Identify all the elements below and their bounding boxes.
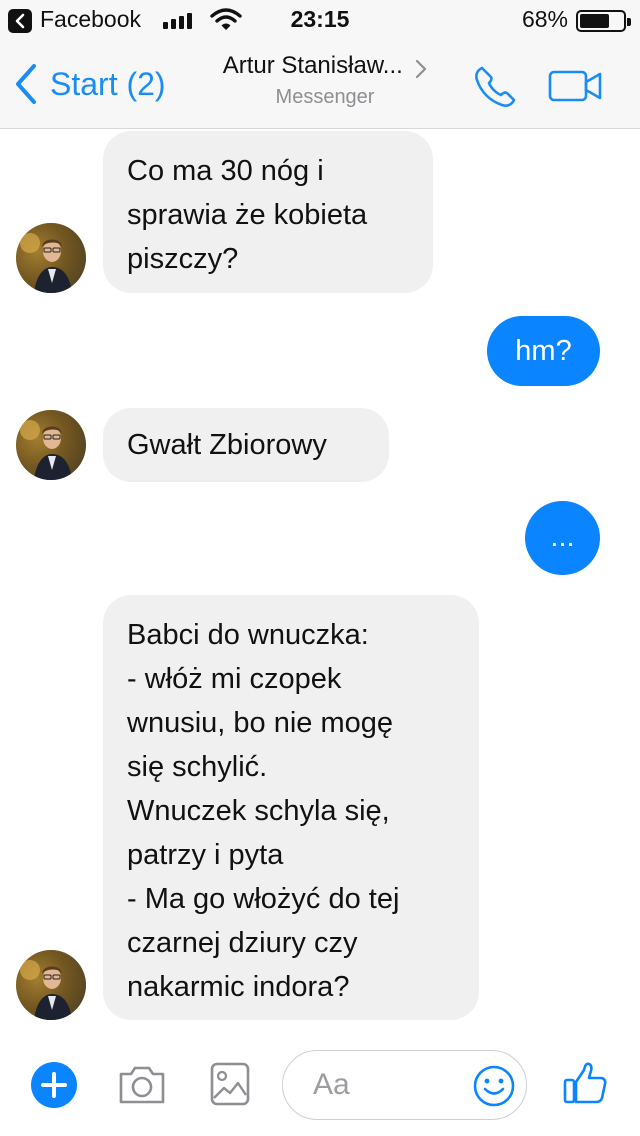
back-button-label: Start (2) [50,65,166,102]
incoming-message[interactable]: Co ma 30 nóg i sprawia że kobieta piszcz… [103,131,433,293]
gallery-icon[interactable] [210,1062,250,1106]
battery-icon [576,10,631,32]
message-text: ... [550,521,575,553]
message-text: hm? [515,335,572,367]
message-line: czarnej dziury czy [127,927,358,959]
outgoing-message[interactable]: ... [525,501,600,575]
video-call-icon[interactable] [548,70,602,102]
message-input[interactable]: Aa [282,1050,527,1120]
emoji-icon[interactable] [472,1064,516,1108]
message-line: Co ma 30 nóg i [127,155,324,187]
message-line: sprawia że kobieta [127,199,368,231]
battery-percent: 68% [521,6,568,32]
message-line: wnusiu, bo nie mogę [127,707,393,739]
conversation-header: Start (2) Artur Stanisław... Messenger [0,40,640,129]
message-line: Gwałt Zbiorowy [127,429,327,461]
contact-subtitle: Messenger [275,86,375,108]
message-line: - Ma go włożyć do tej [127,883,400,915]
contact-title[interactable]: Artur Stanisław... Messenger [200,52,450,109]
camera-icon[interactable] [117,1064,167,1106]
message-line: Babci do wnuczka: [127,619,369,651]
contact-avatar[interactable] [16,223,86,293]
phone-call-icon[interactable] [472,64,520,110]
status-bar: Facebook 23:15 68% [0,0,640,40]
message-line: patrzy i pyta [127,839,284,871]
incoming-message[interactable]: Babci do wnuczka: - włóż mi czopek wnusi… [103,595,479,1020]
message-line: Wnuczek schyla się, [127,795,390,827]
chevron-left-icon [16,64,36,104]
message-line: się schylić. [127,751,268,783]
chevron-right-icon [416,59,427,78]
message-thread[interactable]: Co ma 30 nóg i sprawia że kobieta piszcz… [0,129,640,1040]
messenger-screen: Facebook 23:15 68% Start (2) Artur Stani… [0,0,640,1136]
battery-fill [580,14,609,28]
incoming-message[interactable]: Gwałt Zbiorowy [103,408,389,482]
message-line: piszczy? [127,243,239,275]
contact-avatar[interactable] [16,950,86,1020]
contact-name: Artur Stanisław... [222,52,403,79]
back-button[interactable]: Start (2) [14,62,166,106]
thumbs-up-icon[interactable] [562,1060,608,1106]
message-line: - włóż mi czopek [127,663,342,695]
plus-icon[interactable] [30,1061,78,1109]
message-line: nakarmic indora? [127,971,350,1003]
message-composer: Aa [0,1040,640,1136]
outgoing-message[interactable]: hm? [487,316,600,386]
contact-avatar[interactable] [16,410,86,480]
message-input-placeholder: Aa [313,1068,350,1101]
